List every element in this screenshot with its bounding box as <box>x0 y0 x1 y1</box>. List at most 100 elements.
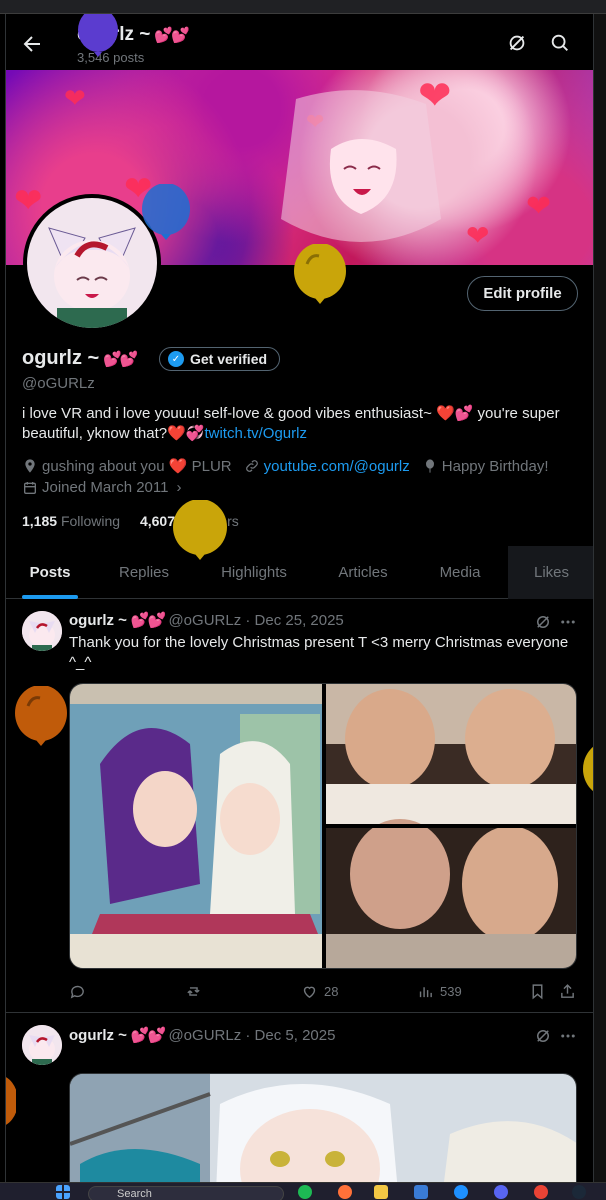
steam-icon[interactable] <box>572 1185 586 1199</box>
windows-start-icon[interactable] <box>56 1185 70 1199</box>
bio-twitch-link[interactable]: twitch.tv/Ogurlz <box>204 425 307 442</box>
back-arrow-icon[interactable] <box>20 32 44 56</box>
post-author-name[interactable]: ogurlz ~ <box>69 612 127 629</box>
post-date[interactable]: Dec 25, 2025 <box>255 612 344 629</box>
balloon-decor-orange <box>15 686 67 746</box>
post-author-hearts: 💕💕 <box>130 612 166 629</box>
spotify-icon[interactable] <box>298 1185 312 1199</box>
balloon-decor-blue <box>142 184 190 240</box>
post-author-handle[interactable]: @oGURLz <box>168 1027 241 1044</box>
taskbar-search-input[interactable]: Search <box>88 1186 284 1200</box>
calendar-app-icon[interactable] <box>414 1185 428 1199</box>
chevron-right-icon[interactable]: › <box>176 479 181 496</box>
profile-handle: @oGURLz <box>22 375 95 392</box>
following-count: 1,185 <box>22 513 58 529</box>
browser-top-strip <box>0 0 606 14</box>
meta-birthday-text: Happy Birthday! <box>441 457 549 475</box>
bookmark-button[interactable] <box>529 983 546 1000</box>
balloon-icon <box>425 459 434 473</box>
views-icon <box>419 987 432 998</box>
post-media-anime-image <box>70 1074 576 1182</box>
grok-icon[interactable] <box>506 32 528 54</box>
balloon-decor-gold <box>294 244 346 304</box>
share-button[interactable] <box>559 983 576 1000</box>
following-label: Following <box>60 513 121 529</box>
banner-character-art <box>281 90 441 242</box>
browser-icon[interactable] <box>454 1185 468 1199</box>
balloon-decor-orange <box>6 1077 16 1125</box>
like-icon <box>303 986 316 999</box>
location-icon <box>25 459 35 473</box>
banner-heart-decor: ❤ <box>14 182 43 220</box>
post-media-image[interactable] <box>69 1073 577 1182</box>
meta-location-text: gushing about you ❤️ PLUR <box>42 458 232 475</box>
post-header: ogurlz ~ 💕💕 @oGURLz · Dec 25, 2025 <box>69 612 344 629</box>
post-item[interactable]: ogurlz ~ 💕💕 @oGURLz · Dec 25, 2025 Thank … <box>6 599 593 1013</box>
get-verified-button[interactable]: ✓ Get verified <box>159 347 281 371</box>
search-icon[interactable] <box>549 32 571 54</box>
post-header: ogurlz ~ 💕💕 @oGURLz · Dec 5, 2025 <box>69 1027 336 1044</box>
like-button[interactable]: 28 <box>301 983 338 1000</box>
post-media-grid[interactable] <box>69 683 577 969</box>
meta-joined: Joined March 2011 › <box>22 479 181 496</box>
views-button[interactable]: 539 <box>417 983 462 1000</box>
profile-bio: i love VR and i love youuu! self-love & … <box>22 404 582 444</box>
post-date[interactable]: Dec 5, 2025 <box>255 1027 336 1044</box>
chrome-icon[interactable] <box>534 1185 548 1199</box>
share-icon <box>561 984 574 998</box>
reply-icon <box>70 985 84 999</box>
banner-heart-decor: ❤ <box>526 190 552 223</box>
profile-tabs: Posts Replies Highlights Articles Media … <box>6 546 593 599</box>
post-actions: 28 539 <box>69 983 579 1005</box>
profile-meta-row-2: Joined March 2011 › <box>22 479 193 496</box>
tab-media[interactable]: Media <box>412 546 508 599</box>
get-verified-label: Get verified <box>190 351 268 367</box>
balloon-decor-gold <box>583 746 593 792</box>
following-link[interactable]: 1,185 Following <box>22 513 120 529</box>
balloon-decor-gold <box>173 500 227 560</box>
repost-icon <box>187 987 200 996</box>
like-count: 28 <box>324 984 339 999</box>
firefox-icon[interactable] <box>338 1185 352 1199</box>
grok-icon[interactable] <box>534 613 552 631</box>
post-text: Thank you for the lovely Christmas prese… <box>69 634 569 671</box>
os-taskbar: Search <box>0 1182 606 1200</box>
post-author-handle[interactable]: @oGURLz <box>168 612 241 629</box>
post-avatar-image <box>22 611 62 651</box>
discord-icon[interactable] <box>494 1185 508 1199</box>
post-author-name[interactable]: ogurlz ~ <box>69 1027 127 1044</box>
meta-website[interactable]: youtube.com/@ogurlz <box>244 458 410 475</box>
more-icon[interactable] <box>559 1027 577 1045</box>
post-author-avatar[interactable] <box>22 1025 62 1065</box>
post-media-images <box>70 684 576 968</box>
meta-website-link[interactable]: youtube.com/@ogurlz <box>264 458 410 475</box>
post-item[interactable]: ogurlz ~ 💕💕 @oGURLz · Dec 5, 2025 <box>6 1013 593 1182</box>
tab-articles[interactable]: Articles <box>314 546 412 599</box>
balloon-decor-purple <box>78 14 118 57</box>
post-author-avatar[interactable] <box>22 611 62 651</box>
page-scroll-area[interactable] <box>594 14 606 1182</box>
post-author-hearts: 💕💕 <box>130 1027 166 1044</box>
more-icon[interactable] <box>559 613 577 631</box>
link-icon <box>245 460 258 472</box>
tab-likes[interactable]: Likes <box>508 546 593 599</box>
profile-name: ogurlz ~ 💕💕 <box>22 347 139 370</box>
meta-location: gushing about you ❤️ PLUR <box>22 457 232 475</box>
profile-name-text: ogurlz ~ <box>22 347 100 369</box>
grok-icon[interactable] <box>534 1027 552 1045</box>
banner-heart-decor: ❤ <box>64 83 86 113</box>
followers-count: 4,607 <box>139 513 176 529</box>
header-name-hearts: 💕💕 <box>154 27 189 44</box>
profile-meta-row: gushing about you ❤️ PLUR youtube.com/@o… <box>22 457 561 475</box>
verified-badge-icon: ✓ <box>168 351 184 367</box>
edit-profile-button[interactable]: Edit profile <box>467 276 578 311</box>
file-explorer-icon[interactable] <box>374 1185 388 1199</box>
meta-joined-text: Joined March 2011 <box>42 479 169 496</box>
reply-button[interactable] <box>69 983 92 1000</box>
avatar-image <box>27 198 157 328</box>
bookmark-icon <box>532 984 543 1000</box>
tab-posts[interactable]: Posts <box>6 546 94 599</box>
profile-name-hearts: 💕💕 <box>103 351 138 368</box>
calendar-icon <box>24 481 36 494</box>
repost-button[interactable] <box>185 983 208 1000</box>
